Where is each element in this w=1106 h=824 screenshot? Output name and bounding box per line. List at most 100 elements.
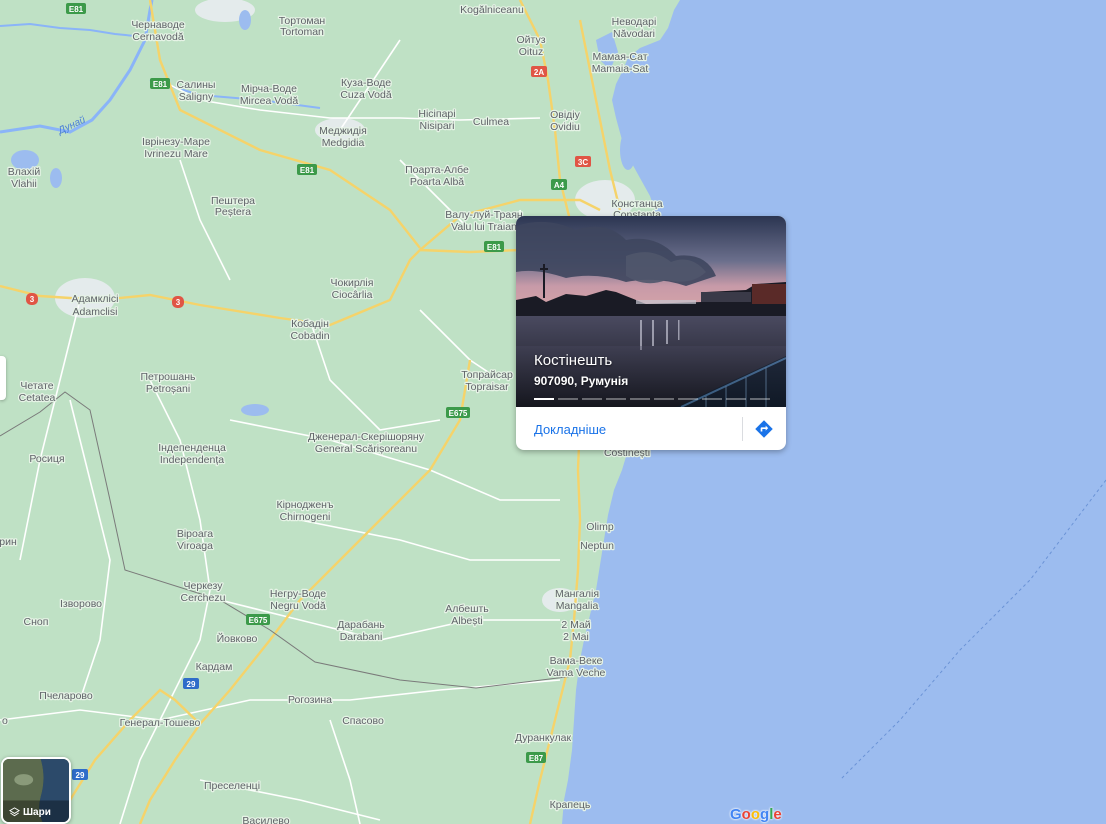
place-label: Кірнодженъ [276, 499, 333, 511]
place-label: Viroaga [177, 540, 213, 552]
place-label: Olimp [586, 521, 614, 533]
shield-29: 29 [183, 678, 199, 689]
svg-text:E675: E675 [249, 616, 268, 625]
place-label: Росиця [29, 453, 64, 465]
place-label: Преселенці [204, 780, 260, 792]
place-label: Ізворово [60, 598, 102, 610]
place-label: Saligny [179, 91, 214, 103]
place-label: Independența [160, 454, 224, 466]
place-label: Неводарі [612, 16, 657, 28]
carousel-dot [654, 398, 674, 400]
place-label: Cerchezu [181, 592, 226, 604]
svg-text:E81: E81 [69, 5, 84, 14]
place-label: Vama Veche [547, 667, 606, 679]
place-label: Вама-Веке [550, 655, 603, 667]
svg-text:E675: E675 [449, 409, 468, 418]
carousel-dot [606, 398, 626, 400]
carousel-dot [678, 398, 698, 400]
place-card[interactable]: Костінешть 907090, Румунія Докладніше [516, 216, 786, 450]
place-label: Мамая-Сат [592, 51, 647, 63]
place-label: Culmea [473, 116, 509, 128]
svg-text:E81: E81 [153, 80, 168, 89]
place-label: Chirnogeni [280, 511, 331, 523]
place-label: Negru Vodă [270, 600, 326, 612]
place-label: Мангалія [555, 588, 599, 600]
shield-e675: E675 [446, 407, 470, 418]
place-label: Валу-луй-Траян [445, 209, 523, 221]
place-label: Ivrinezu Mare [144, 148, 208, 160]
card-divider [742, 417, 743, 441]
place-label: Овідіу [550, 109, 581, 121]
layers-icon [9, 807, 20, 817]
shield-2a: 2A [531, 66, 547, 77]
place-label: Дуранкулак [515, 732, 572, 744]
svg-text:2A: 2A [534, 68, 544, 77]
logo-letter: g [760, 806, 770, 823]
shield-e81: E81 [484, 241, 504, 252]
place-label: Сноп [24, 616, 49, 628]
place-label: Medgidia [322, 137, 365, 149]
place-label: Негру-Воде [270, 588, 326, 600]
shield-e81: E81 [297, 164, 317, 175]
carousel-dot [750, 398, 770, 400]
carousel-dot [558, 398, 578, 400]
svg-text:3: 3 [176, 298, 181, 307]
place-label: Куза-Воде [341, 77, 391, 89]
place-label: Топрайсар [461, 369, 513, 381]
shield-a4: A4 [551, 179, 567, 190]
svg-text:29: 29 [76, 771, 85, 780]
place-title: Костінешть [534, 352, 613, 369]
carousel-dot [534, 398, 554, 400]
place-label: Topraisar [465, 381, 509, 393]
place-label: рин [0, 536, 17, 548]
place-label: 2 Май [561, 619, 590, 631]
carousel-dot [702, 398, 722, 400]
place-label: Poarta Albă [410, 176, 464, 188]
place-label: Petroșani [146, 383, 190, 395]
layers-button[interactable]: Шари [1, 757, 71, 824]
carousel-dot [726, 398, 746, 400]
place-label: Vlahii [11, 178, 37, 190]
place-label: Oituz [519, 46, 544, 58]
place-label: Влахій [8, 166, 41, 178]
shield-e81: E81 [150, 78, 170, 89]
layers-label-row: Шари [9, 807, 51, 818]
carousel-dot [630, 398, 650, 400]
place-label: Mangalia [556, 600, 599, 612]
place-label: Генерал-Тошево [120, 717, 201, 729]
svg-text:E81: E81 [487, 243, 502, 252]
place-label: Valu lui Traian [451, 221, 517, 233]
place-label: Cernavodă [132, 31, 184, 43]
shield-3c: 3C [575, 156, 591, 167]
more-info-link[interactable]: Докладніше [534, 422, 606, 437]
place-label: Василево [242, 815, 289, 824]
place-label: Neptun [580, 540, 614, 552]
place-label: Індепенденца [158, 442, 226, 454]
svg-text:A4: A4 [554, 181, 565, 190]
carousel-dot [582, 398, 602, 400]
place-label: Kogălniceanu [460, 4, 524, 16]
place-label: Ciocârlia [332, 289, 373, 301]
place-label: 2 Mai [563, 631, 589, 643]
place-label: Чокирлія [331, 277, 374, 289]
svg-text:E81: E81 [300, 166, 315, 175]
place-label: Cobadin [290, 330, 329, 342]
place-address: 907090, Румунія [534, 374, 629, 388]
side-panel-toggle[interactable] [0, 356, 6, 400]
place-label: Cuza Vodă [340, 89, 392, 101]
shield-29: 29 [72, 769, 88, 780]
shield-3: 3 [26, 293, 38, 305]
directions-icon[interactable] [754, 419, 774, 439]
place-label: Albești [451, 615, 483, 627]
svg-text:3: 3 [30, 295, 35, 304]
place-label: Кардам [196, 661, 233, 673]
place-label: Дженерал-Скерішоряну [308, 431, 425, 443]
place-label: Mircea Vodă [240, 95, 299, 107]
place-label: Салины [177, 79, 216, 91]
place-label: Mamaia-Sat [592, 63, 649, 75]
logo-letter: e [773, 806, 782, 823]
place-label: Йовково [217, 632, 258, 645]
shield-e81: E81 [66, 3, 86, 14]
place-label: Чернаводе [131, 19, 185, 31]
place-label: о [2, 715, 8, 727]
